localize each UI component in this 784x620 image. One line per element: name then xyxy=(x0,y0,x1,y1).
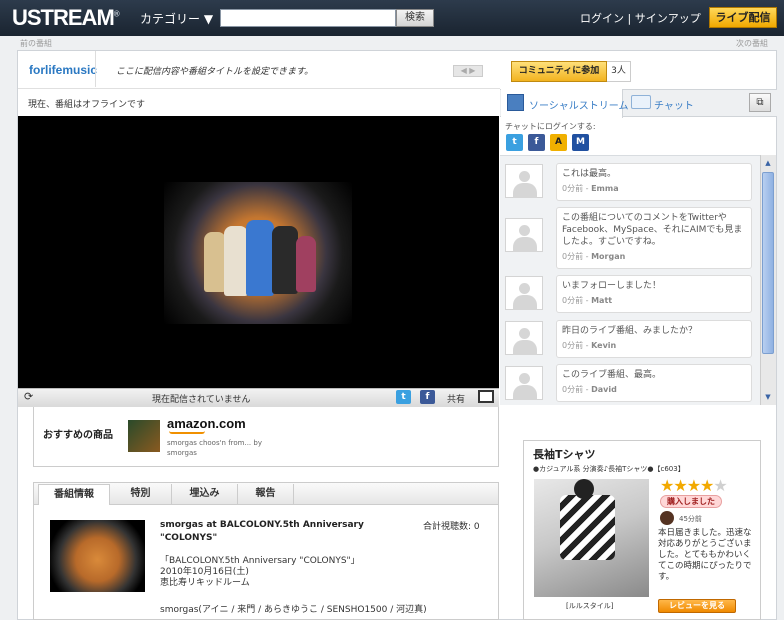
channel-name[interactable]: forlifemusic xyxy=(29,63,97,77)
tab-special[interactable]: 特別 xyxy=(110,484,172,505)
list-item: 昨日のライブ番組、みましたか？ 0分前 - Kevin xyxy=(556,320,752,358)
tab-program-info[interactable]: 番組情報 xyxy=(38,484,110,505)
category-menu[interactable]: カテゴリー ▼ xyxy=(140,10,213,27)
myspace-login-icon[interactable]: M xyxy=(572,134,589,151)
avatar[interactable] xyxy=(505,366,543,400)
comment-meta: 0分前 - David xyxy=(562,385,617,394)
avatar[interactable] xyxy=(505,321,543,355)
comment-text: これは最高。 xyxy=(562,169,617,179)
search-button[interactable]: 検索 xyxy=(396,9,434,27)
purchased-badge: 購入しました xyxy=(660,495,722,508)
tab-embed[interactable]: 埋込み xyxy=(172,484,238,505)
amazon-logo[interactable]: amazon.com xyxy=(167,416,246,431)
fullscreen-icon[interactable] xyxy=(478,390,494,403)
review-text: 本日届きました。迅速な対応ありがとうございました。とてももかわいくてこの時期にぴ… xyxy=(658,528,752,582)
chat-login-label: チャットにログインする: xyxy=(505,122,596,131)
program-description: 「BALCOLONY.5th Anniversary "COLONYS"」 20… xyxy=(160,556,360,588)
review-time: 45分前 xyxy=(679,515,702,523)
tab-chat[interactable]: チャット xyxy=(654,97,694,112)
refresh-icon[interactable]: ⟳ xyxy=(24,391,36,403)
channel-description: ここに配信内容や番組タイトルを設定できます。 xyxy=(116,67,314,77)
ad-subtitle[interactable]: ●カジュアル系 分演奏♪長袖Tシャツ●【c603】 xyxy=(533,464,758,474)
list-item: このライブ番組、最高。 0分前 - David xyxy=(556,364,752,402)
ustream-logo[interactable]: USTREAM® xyxy=(12,5,120,31)
list-item: いまフォローしました！ 0分前 - Matt xyxy=(556,275,752,313)
total-views: 合計視聴数: 0 xyxy=(423,522,480,532)
comment-meta: 0分前 - Matt xyxy=(562,296,613,305)
facebook-icon[interactable]: f xyxy=(420,390,435,404)
list-item: この番組についてのコメントをTwitterやFacebook、MySpace、そ… xyxy=(556,207,752,269)
facebook-login-icon[interactable]: f xyxy=(528,134,545,151)
ad-model-head xyxy=(574,479,594,499)
scroll-down-icon[interactable]: ▼ xyxy=(762,391,774,403)
tab-social-stream-label[interactable]: ソーシャルストリーム xyxy=(529,97,629,112)
ad-shirt-pattern xyxy=(560,495,615,560)
list-item: これは最高。 0分前 - Emma xyxy=(556,163,752,201)
comment-meta: 0分前 - Morgan xyxy=(562,252,626,261)
ad-title[interactable]: 長袖Tシャツ xyxy=(533,446,596,462)
header-rule xyxy=(18,88,500,89)
amazon-smile-icon xyxy=(169,431,205,434)
comment-text: このライブ番組、最高。 xyxy=(562,370,662,380)
program-thumbnail[interactable] xyxy=(50,520,145,592)
scrollbar-thumb[interactable] xyxy=(762,172,774,354)
recommended-title: おすすめの商品 xyxy=(43,430,113,441)
live-broadcast-button[interactable]: ライブ配信 xyxy=(709,7,777,28)
search-input[interactable] xyxy=(220,9,396,27)
player-thumbnail xyxy=(164,182,352,324)
reviewer-avatar xyxy=(660,511,674,525)
comment-text: 昨日のライブ番組、みましたか？ xyxy=(562,326,698,336)
comment-text: この番組についてのコメントをTwitterやFacebook、MySpace、そ… xyxy=(562,213,743,247)
scroll-up-icon[interactable]: ▲ xyxy=(762,157,774,169)
comment-text: いまフォローしました！ xyxy=(562,281,662,291)
product-thumbnail[interactable] xyxy=(128,420,160,452)
share-label[interactable]: 共有 xyxy=(447,392,465,405)
avatar[interactable] xyxy=(505,276,543,310)
twitter-login-icon[interactable]: t xyxy=(506,134,523,151)
community-count: 3人 xyxy=(607,61,631,82)
twitter-icon[interactable]: t xyxy=(396,390,411,404)
prev-program-link[interactable]: 前の番組 xyxy=(20,38,52,49)
tab-report[interactable]: 報告 xyxy=(238,484,294,505)
channel-divider xyxy=(95,51,105,87)
chat-icon[interactable] xyxy=(631,95,651,109)
program-title: smorgas at BALCOLONY.5th Anniversary "CO… xyxy=(160,520,364,543)
offline-status: 現在、番組はオフラインです xyxy=(28,100,146,110)
program-members: smorgas(アイニ / 来門 / あらきゆうこ / SENSHO1500 /… xyxy=(160,605,427,615)
next-program-link[interactable]: 次の番組 xyxy=(736,38,768,49)
broadcast-status: 現在配信されていません xyxy=(152,395,251,405)
channel-nav-arrows[interactable]: ◀ ▶ xyxy=(453,65,483,77)
comment-meta: 0分前 - Kevin xyxy=(562,341,617,350)
aim-login-icon[interactable]: A xyxy=(550,134,567,151)
popout-icon[interactable]: ⧉ xyxy=(749,93,771,112)
avatar[interactable] xyxy=(505,218,543,252)
view-review-button[interactable]: レビューを見る xyxy=(658,599,736,613)
login-signup-link[interactable]: ログイン | サインアップ xyxy=(580,10,701,26)
comment-meta: 0分前 - Emma xyxy=(562,184,619,193)
join-community-button[interactable]: コミュニティに参加 xyxy=(511,61,607,82)
product-link[interactable]: smorgas choos'n from... by smorgas xyxy=(167,438,287,458)
rating-stars: ★★★★★ xyxy=(660,476,728,495)
ad-shop-caption: [ルルスタイル] xyxy=(566,602,614,610)
avatar[interactable] xyxy=(505,164,543,198)
social-stream-icon xyxy=(507,94,524,111)
